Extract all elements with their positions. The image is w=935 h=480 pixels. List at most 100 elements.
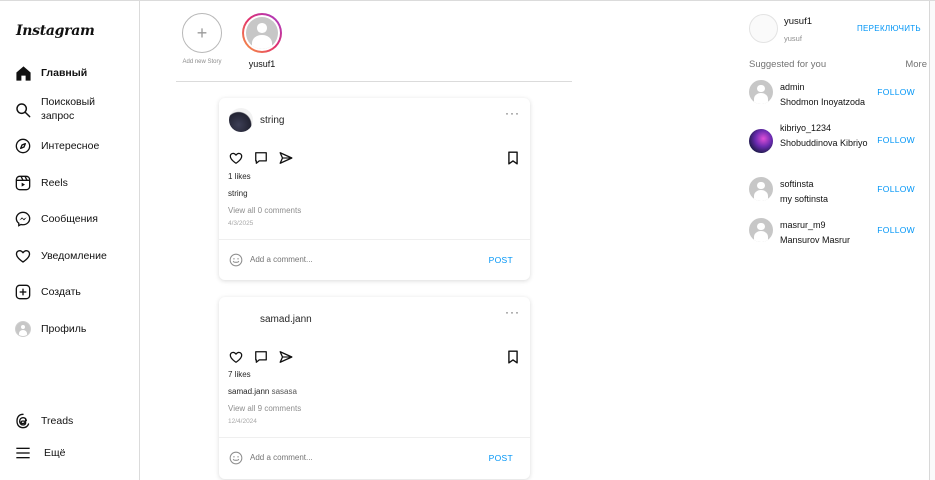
view-comments-link[interactable]: View all 0 comments: [228, 206, 301, 215]
post-comment-button[interactable]: POST: [489, 255, 513, 265]
stories-divider: [176, 81, 572, 82]
suggestion-avatar[interactable]: [749, 218, 773, 242]
comment-row: POST: [219, 239, 530, 279]
suggestion-username[interactable]: masrur_m9: [780, 218, 880, 233]
nav-home[interactable]: Главный: [14, 64, 134, 82]
caption-text: sasasa: [271, 387, 297, 396]
more-options-icon[interactable]: ···: [505, 306, 520, 318]
comment-row: POST: [219, 437, 530, 477]
scrollbar[interactable]: [929, 1, 935, 480]
follow-button[interactable]: FOLLOW: [877, 135, 915, 145]
nav-home-label: Главный: [41, 67, 88, 79]
sidebar: Instagram Главный Поисковый запрос Интер…: [0, 1, 140, 480]
more-options-icon[interactable]: ···: [505, 107, 520, 119]
suggestion-name: Shodmon Inoyatzoda: [780, 96, 866, 107]
follow-button[interactable]: FOLLOW: [877, 87, 915, 97]
comment-icon[interactable]: [253, 349, 268, 364]
nav-profile[interactable]: Профиль: [14, 320, 134, 338]
bookmark-icon[interactable]: [505, 150, 520, 165]
explore-icon: [14, 137, 32, 155]
nav-more[interactable]: Ещё: [14, 444, 134, 462]
profile-avatar: [14, 320, 32, 338]
current-user-avatar[interactable]: [749, 14, 778, 43]
nav-search[interactable]: Поисковый запрос: [14, 95, 134, 123]
nav-messages[interactable]: Сообщения: [14, 210, 134, 228]
post-date: 4/3/2025: [228, 220, 254, 227]
post-card: samad.jann ··· 7 likes samad.jann sasasa…: [219, 297, 530, 479]
view-comments-link[interactable]: View all 9 comments: [228, 404, 301, 413]
messenger-icon: [14, 210, 32, 228]
suggestion-item: softinsta my softinsta FOLLOW: [749, 177, 929, 206]
story-item[interactable]: yusuf1: [242, 13, 282, 69]
comment-icon[interactable]: [253, 150, 268, 165]
nav-reels[interactable]: Reels: [14, 174, 134, 192]
heart-icon: [14, 247, 32, 265]
threads-icon: [14, 412, 32, 430]
nav-search-label: Поисковый запрос: [41, 96, 96, 122]
add-story-button[interactable]: + Add new Story: [182, 13, 222, 65]
instagram-logo[interactable]: Instagram: [16, 23, 95, 39]
suggestion-name: my softinsta: [780, 193, 829, 204]
post-author-name[interactable]: string: [260, 115, 284, 126]
suggestion-username[interactable]: softinsta: [780, 177, 880, 192]
follow-button[interactable]: FOLLOW: [877, 225, 915, 235]
comment-input[interactable]: [250, 255, 450, 264]
nav-notifications[interactable]: Уведомление: [14, 247, 134, 265]
post-caption: string: [228, 189, 248, 198]
suggestion-item: admin Shodmon Inoyatzoda FOLLOW: [749, 80, 929, 109]
menu-icon: [14, 444, 32, 462]
nav-reels-label: Reels: [41, 177, 68, 189]
nav-more-label: Ещё: [44, 447, 66, 459]
search-icon: [14, 101, 32, 119]
likes-count: 1 likes: [228, 172, 251, 181]
nav-threads[interactable]: Treads: [14, 412, 134, 430]
suggestion-item: masrur_m9 Mansurov Masrur FOLLOW: [749, 218, 929, 247]
like-icon[interactable]: [228, 150, 243, 165]
caption-user[interactable]: samad.jann: [228, 387, 269, 396]
comment-input[interactable]: [250, 453, 450, 462]
bookmark-icon[interactable]: [505, 349, 520, 364]
switch-account-button[interactable]: ПЕРЕКЛЮЧИТЬ: [857, 24, 921, 33]
suggestion-item: kibriyo_1234 Shobuddinova Kibriyo FOLLOW: [749, 121, 929, 153]
story-username: yusuf1: [248, 59, 276, 69]
create-icon: [14, 283, 32, 301]
share-icon[interactable]: [278, 349, 293, 364]
current-user-name: yusuf: [784, 34, 802, 43]
post-author-avatar[interactable]: [229, 108, 253, 132]
suggestion-avatar[interactable]: [749, 80, 773, 104]
plus-icon: +: [182, 13, 222, 53]
suggestion-name: Mansurov Masrur: [780, 234, 851, 245]
suggestion-avatar[interactable]: [749, 177, 773, 201]
suggestion-name: Shobuddinova Kibriyo: [780, 137, 868, 148]
share-icon[interactable]: [278, 150, 293, 165]
nav-create[interactable]: Создать: [14, 283, 134, 301]
post-caption: samad.jann sasasa: [228, 387, 297, 396]
nav-explore[interactable]: Интересное: [14, 137, 134, 155]
nav-messages-label: Сообщения: [41, 213, 98, 225]
emoji-icon[interactable]: [229, 253, 243, 267]
more-suggestions-link[interactable]: More: [905, 59, 927, 70]
post-actions: [228, 150, 293, 165]
caption-text: string: [228, 189, 248, 198]
nav-profile-label: Профиль: [41, 323, 87, 335]
suggestion-avatar[interactable]: [749, 129, 773, 153]
suggestion-username[interactable]: admin: [780, 80, 880, 95]
nav-notifications-label: Уведомление: [41, 250, 107, 262]
post-header: string: [229, 108, 284, 132]
home-icon: [14, 64, 32, 82]
add-story-label: Add new Story: [182, 59, 222, 65]
nav-explore-label: Интересное: [41, 140, 100, 152]
suggestion-username[interactable]: kibriyo_1234: [780, 121, 880, 136]
nav-threads-label: Treads: [41, 415, 74, 427]
post-author-name[interactable]: samad.jann: [260, 314, 312, 325]
post-comment-button[interactable]: POST: [489, 453, 513, 463]
current-user: yusuf1 yusuf: [749, 14, 812, 43]
post-author-avatar[interactable]: [229, 307, 253, 331]
suggested-title: Suggested for you: [749, 59, 827, 70]
current-username[interactable]: yusuf1: [784, 16, 812, 27]
likes-count: 7 likes: [228, 370, 251, 379]
like-icon[interactable]: [228, 349, 243, 364]
post-date: 12/4/2024: [228, 418, 257, 425]
follow-button[interactable]: FOLLOW: [877, 184, 915, 194]
emoji-icon[interactable]: [229, 451, 243, 465]
